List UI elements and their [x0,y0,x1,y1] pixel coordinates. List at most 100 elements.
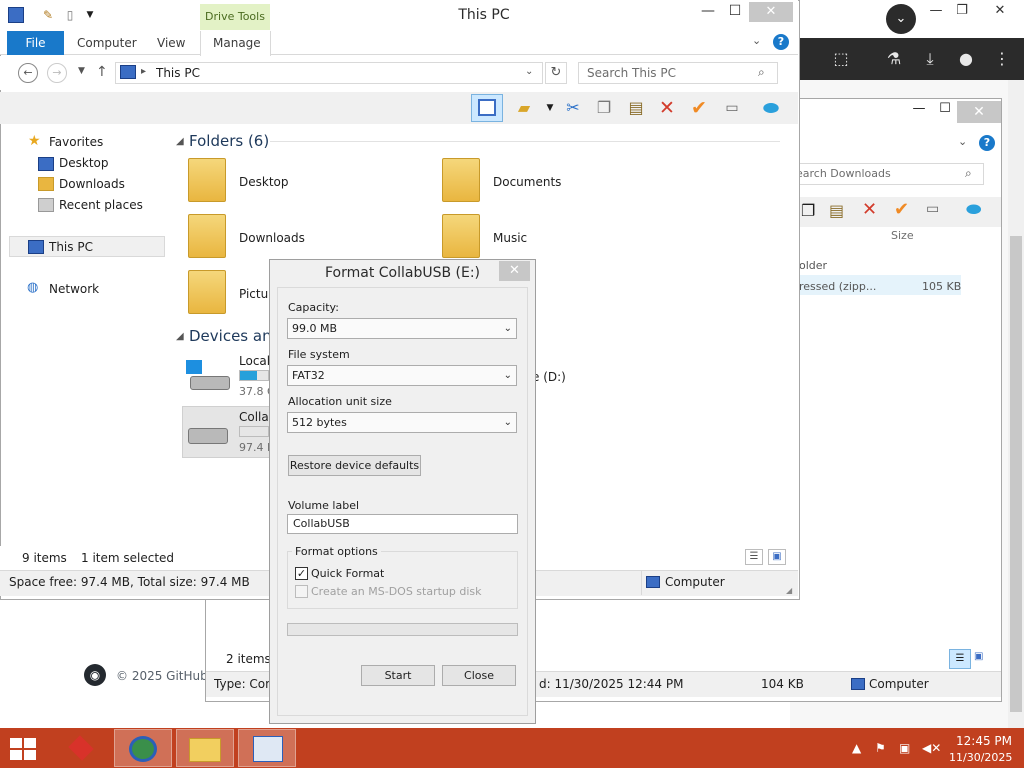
close-button[interactable]: ✕ [749,2,793,22]
action-center-flag-icon[interactable]: ⚑ [875,741,886,755]
list-item[interactable]: older [799,259,827,272]
chevron-down-icon[interactable]: ▼ [538,96,562,120]
breadcrumb[interactable]: This PC [156,66,200,80]
nav-favorites[interactable]: Favorites [49,135,103,149]
tab-manage[interactable]: Manage [213,36,261,50]
list-item[interactable]: ressed (zipp... [799,280,876,293]
collapse-icon[interactable]: ◢ [176,331,184,342]
tab-file[interactable]: File [7,31,64,55]
show-hidden-icons-icon[interactable]: ▲ [852,741,861,755]
copy-icon[interactable]: ❐ [801,201,815,220]
quick-format-label[interactable]: Quick Format [311,567,384,580]
chevron-down-icon[interactable]: ⌄ [752,34,761,47]
dialog-close-button[interactable]: ✕ [499,261,530,281]
drive-local-label[interactable]: Local [239,354,270,368]
file-system-select[interactable]: FAT32 ⌄ [287,365,517,386]
back-button[interactable]: ← [18,63,38,83]
downloads-maximize-button[interactable]: ☐ [932,101,958,116]
close-button[interactable]: Close [442,665,516,686]
windows-logo-part [24,750,36,760]
search-icon[interactable]: ⌕ [965,166,972,181]
breadcrumb-chevron-icon[interactable]: ▸ [141,66,146,77]
browser-close-button[interactable]: ✕ [978,0,1022,24]
tab-computer[interactable]: Computer [77,36,137,50]
cut-icon[interactable]: ✂ [561,96,585,120]
search-icon[interactable]: ⌕ [758,65,765,80]
folder-downloads[interactable]: Downloads [239,231,305,245]
tab-view[interactable]: View [157,36,185,50]
download-icon[interactable]: ⤓ [919,48,941,70]
nav-this-pc[interactable]: This PC [49,240,93,254]
nav-desktop[interactable]: Desktop [59,156,109,170]
extensions-icon[interactable]: ⬚ [830,48,852,70]
devices-group-header[interactable]: Devices and [189,327,281,345]
taskbar-app-browser[interactable] [114,729,172,767]
folder-options-icon[interactable]: ▰ [512,96,536,120]
volume-muted-icon[interactable]: ◀✕ [922,741,941,755]
network-icon[interactable]: ▣ [899,741,910,755]
folders-group-header[interactable]: Folders (6) [189,132,269,150]
folder-documents[interactable]: Documents [493,175,561,189]
rename-icon[interactable]: ✔ [687,96,711,120]
resize-grip-icon[interactable]: ◢ [786,586,792,595]
shell-icon[interactable]: ⬬ [966,199,981,220]
shell-icon[interactable]: ⬬ [759,96,783,120]
layout-icon [478,99,496,116]
details-view-button[interactable]: ☰ [949,649,971,669]
msdos-checkbox[interactable] [295,585,308,598]
profile-icon[interactable]: ● [955,48,977,70]
up-arrow-icon[interactable]: ↑ [96,64,108,80]
drive-d-label[interactable]: e (D:) [532,370,566,384]
help-icon[interactable]: ? [773,34,789,50]
taskbar-app-explorer[interactable] [176,729,234,767]
start-button[interactable] [10,738,38,760]
start-button[interactable]: Start [361,665,435,686]
properties-icon[interactable]: ▭ [926,201,939,217]
labs-icon[interactable]: ⚗ [883,48,905,70]
quick-format-checkbox[interactable]: ✓ [295,567,308,580]
rename-icon[interactable]: ✔ [894,199,909,220]
minimize-button[interactable]: — [694,2,722,22]
downloads-search-input[interactable]: earch Downloads [789,163,984,185]
format-options-title: Format options [292,545,381,558]
downloads-minimize-button[interactable]: — [906,101,932,116]
format-progress-bar [287,623,518,636]
downloads-close-button[interactable]: ✕ [957,101,1001,123]
tiles-view-button[interactable]: ▣ [974,651,983,662]
details-view-button[interactable]: ☰ [745,549,763,565]
maximize-button[interactable]: ☐ [721,2,749,22]
taskbar-app-format[interactable] [238,729,296,767]
volume-label-input[interactable]: CollabUSB [287,514,518,534]
nav-network[interactable]: Network [49,282,99,296]
help-icon[interactable]: ? [979,135,995,151]
nav-downloads[interactable]: Downloads [59,177,125,191]
address-dropdown-icon[interactable]: ⌄ [525,66,533,77]
search-input[interactable]: Search This PC [578,62,778,84]
menu-icon[interactable]: ⋮ [991,48,1013,70]
capacity-select[interactable]: 99.0 MB ⌄ [287,318,517,339]
paste-icon[interactable]: ▤ [624,96,648,120]
folder-music[interactable]: Music [493,231,527,245]
copy-icon[interactable]: ❐ [592,96,616,120]
folder-desktop[interactable]: Desktop [239,175,289,189]
collapse-icon[interactable]: ◢ [176,136,184,147]
nav-recent-places[interactable]: Recent places [59,198,143,212]
paste-icon[interactable]: ▤ [829,201,844,220]
space-info: Space free: 97.4 MB, Total size: 97.4 MB [9,575,250,589]
recent-locations-icon[interactable]: ▼ [78,66,85,76]
chevron-down-icon[interactable]: ⌄ [958,135,967,148]
browser-scroll-thumb[interactable] [1010,236,1022,712]
size-column-header[interactable]: Size [891,229,914,242]
restore-defaults-button[interactable]: Restore device defaults [288,455,421,476]
properties-icon[interactable]: ▭ [720,96,744,120]
clock-date[interactable]: 11/30/2025 [949,751,1012,764]
refresh-button[interactable]: ↻ [545,62,567,84]
clock-time[interactable]: 12:45 PM [956,734,1012,748]
forward-button[interactable]: → [47,63,67,83]
delete-icon[interactable]: ✕ [655,96,679,120]
allocation-size-select[interactable]: 512 bytes ⌄ [287,412,517,433]
recent-places-icon [38,198,54,212]
taskbar-app-package[interactable] [52,729,110,767]
delete-icon[interactable]: ✕ [862,199,877,220]
tiles-view-button[interactable]: ▣ [768,549,786,565]
